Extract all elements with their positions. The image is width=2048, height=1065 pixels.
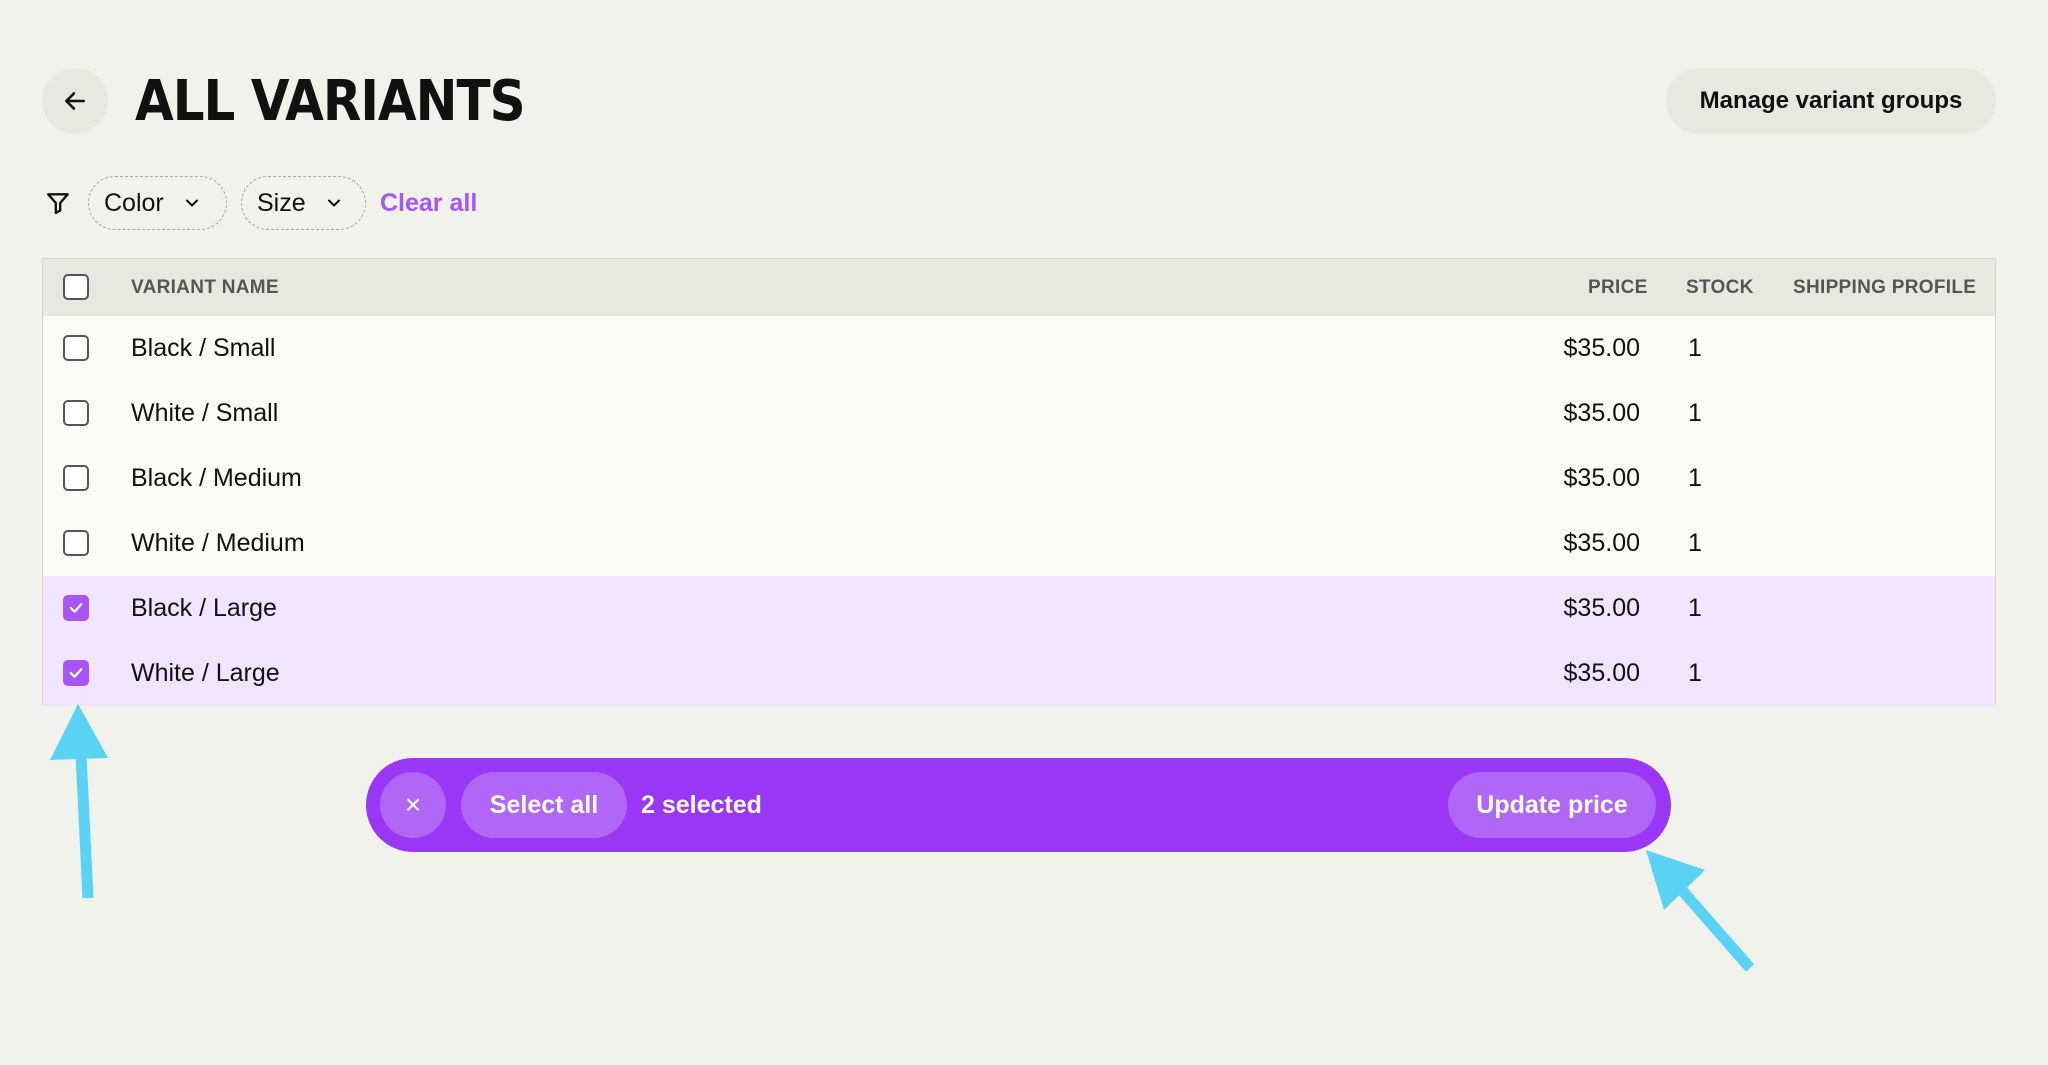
table-row[interactable]: Black / Small $35.00 1 <box>43 316 1995 381</box>
variant-price: $35.00 <box>1563 334 1640 362</box>
close-icon: × <box>404 789 422 820</box>
row-checkbox[interactable] <box>63 530 89 556</box>
color-filter-dropdown[interactable]: Color <box>88 176 227 230</box>
row-checkbox[interactable] <box>63 400 89 426</box>
variant-price: $35.00 <box>1563 399 1640 427</box>
chevron-down-icon <box>327 199 340 207</box>
row-checkbox[interactable] <box>63 335 89 361</box>
bulk-action-bar: × Select all 2 selected Update price <box>366 758 1671 852</box>
variant-name: White / Small <box>131 399 279 427</box>
variant-price: $35.00 <box>1563 529 1640 557</box>
variant-name: Black / Large <box>131 594 277 622</box>
select-all-checkbox[interactable] <box>63 274 89 300</box>
variant-price: $35.00 <box>1563 594 1640 622</box>
variant-stock: 1 <box>1688 659 1702 687</box>
arrow-left-icon <box>65 92 85 110</box>
table-row[interactable]: White / Small $35.00 1 <box>43 381 1995 446</box>
table-row[interactable]: Black / Large $35.00 1 <box>43 576 1995 641</box>
variant-stock: 1 <box>1688 464 1702 492</box>
variant-name: Black / Medium <box>131 464 302 492</box>
variant-name: White / Medium <box>131 529 305 557</box>
table-row[interactable]: White / Medium $35.00 1 <box>43 511 1995 576</box>
select-all-button[interactable]: Select all <box>461 772 627 838</box>
table-row[interactable]: Black / Medium $35.00 1 <box>43 446 1995 511</box>
variant-price: $35.00 <box>1563 464 1640 492</box>
size-filter-label: Size <box>257 188 306 217</box>
column-header-shipping-profile[interactable]: SHIPPING PROFILE <box>1793 259 1976 316</box>
page: ALL VARIANTS Manage variant groups Color… <box>0 0 2048 1065</box>
page-title: ALL VARIANTS <box>135 68 526 134</box>
selected-count: 2 selected <box>641 790 762 819</box>
back-button[interactable] <box>42 68 108 134</box>
variant-price: $35.00 <box>1563 659 1640 687</box>
clear-all-link[interactable]: Clear all <box>380 176 477 230</box>
manage-variant-groups-button[interactable]: Manage variant groups <box>1666 68 1996 134</box>
size-filter-dropdown[interactable]: Size <box>241 176 366 230</box>
color-filter-label: Color <box>104 188 164 217</box>
table-header: VARIANT NAME PRICE STOCK SHIPPING PROFIL… <box>43 259 1995 316</box>
chevron-down-icon <box>185 199 198 207</box>
column-header-variant-name[interactable]: VARIANT NAME <box>131 259 279 316</box>
variant-stock: 1 <box>1688 594 1702 622</box>
update-price-button[interactable]: Update price <box>1448 772 1656 838</box>
variant-stock: 1 <box>1688 334 1702 362</box>
column-header-stock[interactable]: STOCK <box>1686 259 1754 316</box>
row-checkbox[interactable] <box>63 595 89 621</box>
row-checkbox[interactable] <box>63 465 89 491</box>
column-header-price[interactable]: PRICE <box>1588 259 1648 316</box>
close-selection-button[interactable]: × <box>380 772 446 838</box>
row-checkbox[interactable] <box>63 660 89 686</box>
variant-stock: 1 <box>1688 529 1702 557</box>
variant-name: White / Large <box>131 659 280 687</box>
variant-stock: 1 <box>1688 399 1702 427</box>
filter-funnel-icon[interactable] <box>45 190 71 216</box>
table-row[interactable]: White / Large $35.00 1 <box>43 641 1995 706</box>
variants-table: VARIANT NAME PRICE STOCK SHIPPING PROFIL… <box>42 258 1996 706</box>
variant-name: Black / Small <box>131 334 276 362</box>
